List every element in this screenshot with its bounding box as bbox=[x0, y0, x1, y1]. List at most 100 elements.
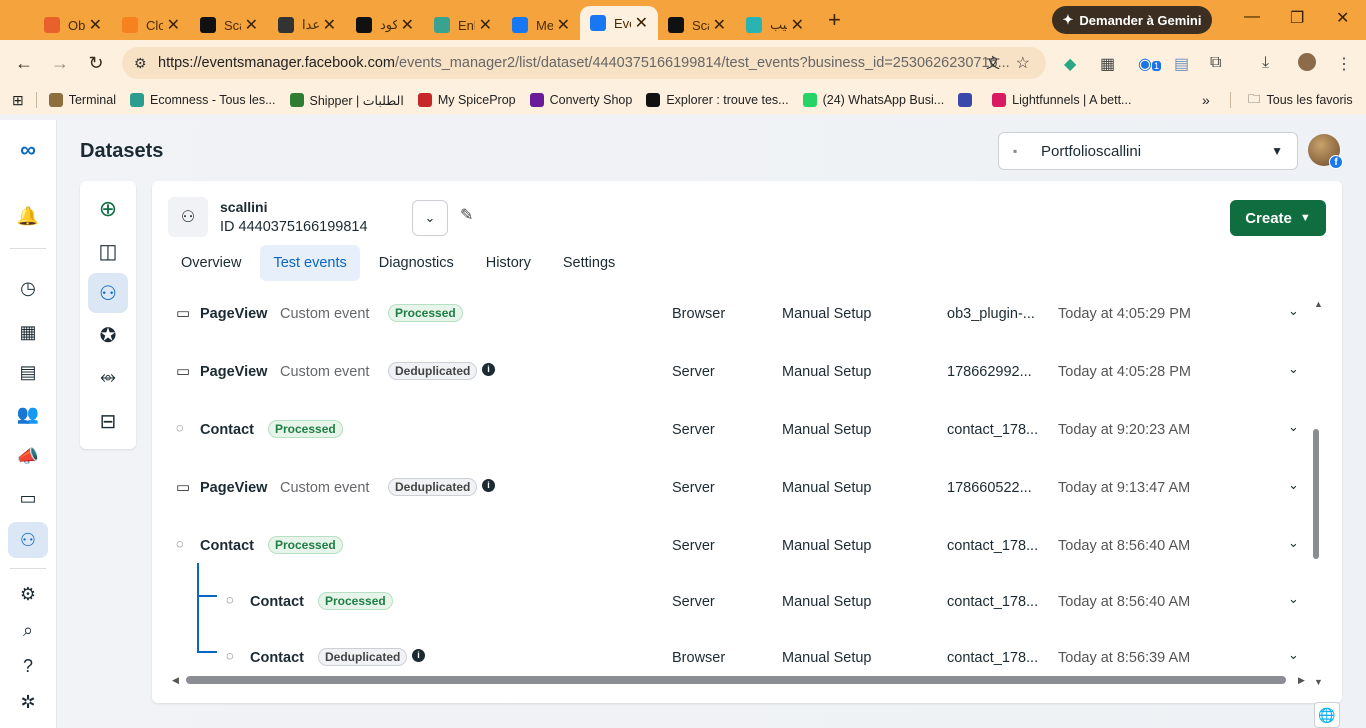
bookmark-item[interactable]: My SpiceProp bbox=[417, 93, 516, 107]
close-tab-icon[interactable]: ✕ bbox=[791, 15, 804, 35]
browser-tab[interactable]: Evei✕ bbox=[580, 6, 658, 40]
scrollbar-thumb[interactable] bbox=[186, 676, 1286, 684]
expand-row-icon[interactable]: ⌄ bbox=[1288, 477, 1299, 493]
scroll-up-icon[interactable]: ▲ bbox=[1314, 299, 1323, 309]
tab-diagnostics[interactable]: Diagnostics bbox=[366, 245, 467, 281]
scroll-left-icon[interactable]: ◀ bbox=[172, 675, 179, 686]
info-icon[interactable]: i bbox=[482, 363, 495, 376]
event-row[interactable]: ▭ PageView Custom event Processed Browser Man… bbox=[152, 289, 1322, 347]
scroll-right-icon[interactable]: ▶ bbox=[1298, 675, 1305, 686]
dataset-dropdown-button[interactable]: ⌄ bbox=[412, 200, 448, 236]
bookmark-item[interactable]: Ecomness - Tous les... bbox=[129, 93, 276, 107]
browser-tab[interactable]: Met✕ bbox=[502, 10, 580, 40]
close-tab-icon[interactable]: ✕ bbox=[713, 15, 726, 35]
avatar[interactable]: f bbox=[1308, 134, 1343, 169]
browser-tab[interactable]: Scal✕ bbox=[190, 10, 268, 40]
data-sources-icon[interactable]: ⚇ bbox=[88, 273, 128, 313]
expand-row-icon[interactable]: ⌄ bbox=[1288, 591, 1299, 607]
new-tab-button[interactable]: + bbox=[828, 7, 850, 33]
bookmark-item[interactable]: Converty Shop bbox=[529, 93, 632, 107]
table-icon[interactable]: ▦ bbox=[14, 318, 42, 346]
url-bar[interactable]: ⚙ https://eventsmanager.facebook.com/eve… bbox=[122, 47, 1046, 79]
bookmark-item[interactable]: (24) WhatsApp Busi... bbox=[802, 93, 944, 107]
bug-icon[interactable]: ✲ bbox=[14, 688, 42, 716]
meta-logo-icon[interactable]: ∞ bbox=[14, 136, 42, 164]
close-tab-icon[interactable]: ✕ bbox=[401, 15, 414, 35]
event-row[interactable]: ◌ Contact Processed Server Manual Setup conta… bbox=[152, 577, 1322, 635]
minimize-icon[interactable]: — bbox=[1244, 8, 1260, 26]
close-tab-icon[interactable]: ✕ bbox=[245, 15, 258, 35]
forward-icon[interactable]: → bbox=[42, 53, 78, 74]
expand-row-icon[interactable]: ⌄ bbox=[1288, 419, 1299, 435]
add-data-source-icon[interactable]: ⊕ bbox=[94, 195, 122, 223]
browser-tab[interactable]: Scal✕ bbox=[658, 10, 736, 40]
download-icon[interactable]: ⤓ bbox=[1262, 54, 1269, 72]
extensions-icon[interactable]: ⧉ bbox=[1210, 54, 1221, 72]
browser-tab[interactable]: ترتيب✕ bbox=[736, 10, 814, 40]
tab-settings[interactable]: Settings bbox=[550, 245, 628, 281]
horizontal-scrollbar[interactable] bbox=[172, 675, 1302, 685]
expand-row-icon[interactable]: ⌄ bbox=[1288, 535, 1299, 551]
notifications-icon[interactable]: 🔔 bbox=[14, 202, 42, 230]
audiences-icon[interactable]: 👥 bbox=[14, 400, 42, 428]
expand-row-icon[interactable]: ⌄ bbox=[1288, 303, 1299, 319]
event-row[interactable]: ▭ PageView Custom event Deduplicated i Server… bbox=[152, 347, 1322, 405]
vertical-scrollbar[interactable] bbox=[1312, 299, 1320, 689]
tab-overview[interactable]: Overview bbox=[168, 245, 254, 281]
edit-icon[interactable]: ✎ bbox=[460, 205, 473, 225]
apps-icon[interactable]: ⊞ bbox=[12, 92, 24, 109]
bookmark-item[interactable]: Shipper | الطلبات bbox=[289, 93, 404, 108]
gemini-button[interactable]: ✦ Demander à Gemini bbox=[1052, 6, 1212, 34]
bookmark-item[interactable]: Explorer : trouve tes... bbox=[646, 93, 789, 107]
close-tab-icon[interactable]: ✕ bbox=[635, 13, 648, 33]
close-tab-icon[interactable]: ✕ bbox=[479, 15, 492, 35]
dashboard-icon[interactable]: ◷ bbox=[14, 274, 42, 302]
translate-icon[interactable]: 文 bbox=[986, 53, 1000, 73]
scroll-down-icon[interactable]: ▼ bbox=[1314, 677, 1323, 687]
tab-history[interactable]: History bbox=[473, 245, 544, 281]
profile-icon[interactable] bbox=[1298, 53, 1316, 71]
close-window-icon[interactable]: ✕ bbox=[1336, 8, 1349, 28]
partner-integrations-icon[interactable]: ⥈ bbox=[94, 363, 122, 391]
close-tab-icon[interactable]: ✕ bbox=[89, 15, 102, 35]
back-icon[interactable]: ← bbox=[6, 53, 42, 74]
cast-icon[interactable]: ◉ 1 bbox=[1138, 54, 1161, 74]
pages-icon[interactable]: ▤ bbox=[14, 358, 42, 386]
reload-icon[interactable]: ↻ bbox=[78, 53, 114, 74]
browser-tab[interactable]: Obs✕ bbox=[34, 10, 112, 40]
more-bookmarks-icon[interactable]: » bbox=[1202, 92, 1210, 108]
bookmark-item[interactable] bbox=[958, 93, 978, 107]
expand-row-icon[interactable]: ⌄ bbox=[1288, 361, 1299, 377]
browser-tab[interactable]: كود✕ bbox=[346, 10, 424, 40]
notes-icon[interactable]: ▤ bbox=[1174, 54, 1189, 74]
event-row[interactable]: ◌ Contact Processed Server Manual Setup conta… bbox=[152, 405, 1322, 463]
close-tab-icon[interactable]: ✕ bbox=[557, 15, 570, 35]
menu-icon[interactable]: ⋮ bbox=[1336, 54, 1352, 74]
help-icon[interactable]: ? bbox=[14, 652, 42, 680]
browser-tab[interactable]: Clou✕ bbox=[112, 10, 190, 40]
close-tab-icon[interactable]: ✕ bbox=[167, 15, 180, 35]
portfolio-selector[interactable]: ▪ Portfolioscallini ▼ bbox=[998, 132, 1298, 170]
qr-icon[interactable]: ▦ bbox=[1100, 54, 1115, 74]
bookmark-star-icon[interactable]: ☆ bbox=[1016, 53, 1030, 73]
extension-icon[interactable]: ◆ bbox=[1064, 54, 1076, 74]
create-button[interactable]: Create ▼ bbox=[1230, 200, 1326, 236]
scrollbar-thumb[interactable] bbox=[1313, 429, 1319, 559]
events-manager-icon[interactable]: ⚇ bbox=[8, 522, 48, 558]
info-icon[interactable]: i bbox=[412, 649, 425, 662]
settings-icon[interactable]: ⚙ bbox=[14, 580, 42, 608]
event-row[interactable]: ◌ Contact Processed Server Manual Setup conta… bbox=[152, 521, 1322, 579]
info-icon[interactable]: i bbox=[482, 479, 495, 492]
collapse-panel-icon[interactable]: ⊟ bbox=[94, 407, 122, 435]
custom-conversions-icon[interactable]: ✪ bbox=[94, 321, 122, 349]
tab-test-events[interactable]: Test events bbox=[260, 245, 360, 281]
close-tab-icon[interactable]: ✕ bbox=[323, 15, 336, 35]
bookmark-item[interactable]: Lightfunnels | A bett... bbox=[992, 93, 1131, 107]
event-row[interactable]: ▭ PageView Custom event Deduplicated i Server… bbox=[152, 463, 1322, 521]
site-info-icon[interactable]: ⚙ bbox=[134, 55, 147, 72]
restore-icon[interactable]: ❐ bbox=[1290, 8, 1304, 28]
overview-icon[interactable]: ◫ bbox=[94, 237, 122, 265]
browser-tab[interactable]: إعدا✕ bbox=[268, 10, 346, 40]
bookmark-item[interactable]: Terminal bbox=[48, 93, 116, 107]
language-globe-icon[interactable]: 🌐 bbox=[1314, 702, 1340, 728]
